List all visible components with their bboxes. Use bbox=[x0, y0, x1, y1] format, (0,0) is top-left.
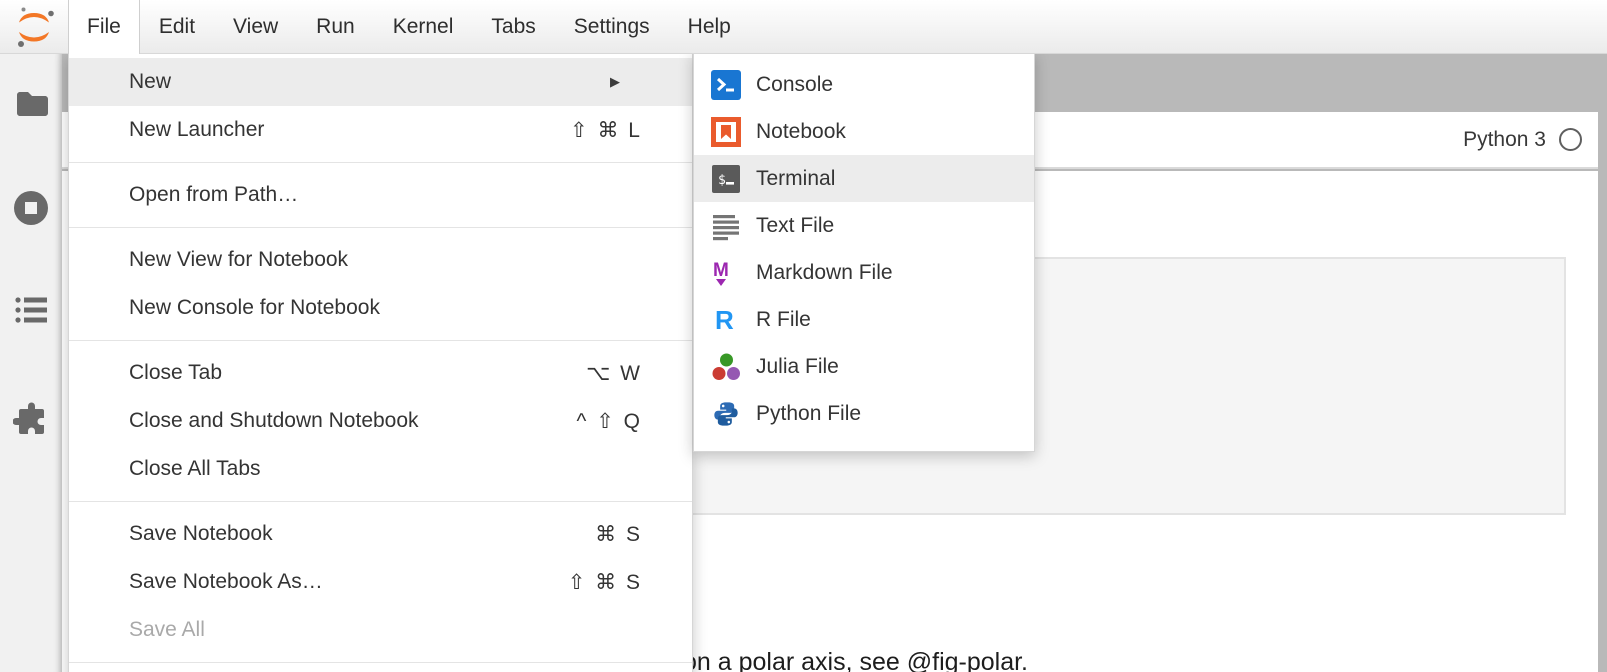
svg-text:M: M bbox=[713, 260, 729, 281]
menubar-item-tabs[interactable]: Tabs bbox=[472, 0, 554, 54]
julia-file-icon bbox=[711, 352, 741, 382]
svg-text:R: R bbox=[715, 305, 734, 335]
menu-item-close-and-shutdown-notebook[interactable]: Close and Shutdown Notebook ^ ⇧ Q bbox=[69, 397, 692, 445]
menubar-item-edit[interactable]: Edit bbox=[140, 0, 214, 54]
menu-separator bbox=[69, 662, 692, 663]
kernel-status-icon[interactable] bbox=[1559, 128, 1582, 151]
menu-item-close-all-tabs[interactable]: Close All Tabs bbox=[69, 445, 692, 493]
jupyter-logo-icon bbox=[12, 5, 56, 49]
menubar-item-settings[interactable]: Settings bbox=[555, 0, 669, 54]
menu-separator bbox=[69, 227, 692, 228]
menu-item-new-launcher[interactable]: New Launcher ⇧ ⌘ L bbox=[69, 106, 692, 154]
submenu-item-notebook[interactable]: Notebook bbox=[694, 108, 1034, 155]
menu-item-open-from-path[interactable]: Open from Path… bbox=[69, 171, 692, 219]
menubar-item-view[interactable]: View bbox=[214, 0, 297, 54]
table-of-contents-icon[interactable] bbox=[13, 292, 49, 328]
shortcut-label: ⇧ ⌘ L bbox=[570, 118, 642, 143]
running-kernels-icon[interactable] bbox=[13, 190, 49, 226]
left-sidebar bbox=[0, 54, 62, 672]
menubar-item-help[interactable]: Help bbox=[669, 0, 750, 54]
submenu-item-r-file[interactable]: R R File bbox=[694, 296, 1034, 343]
notebook-icon bbox=[711, 117, 741, 147]
markdown-paragraph: on a polar axis, see @fig-polar. bbox=[683, 648, 1028, 672]
submenu-item-julia-file[interactable]: Julia File bbox=[694, 343, 1034, 390]
markdown-file-icon: M bbox=[711, 258, 741, 288]
file-browser-icon[interactable] bbox=[13, 86, 49, 122]
submenu-item-console[interactable]: Console bbox=[694, 61, 1034, 108]
menubar: File Edit View Run Kernel Tabs Settings … bbox=[0, 0, 1607, 54]
submenu-item-text-file[interactable]: Text File bbox=[694, 202, 1034, 249]
menu-item-new-view-for-notebook[interactable]: New View for Notebook bbox=[69, 236, 692, 284]
shortcut-label: ^ ⇧ Q bbox=[577, 409, 642, 434]
menu-item-new-console-for-notebook[interactable]: New Console for Notebook bbox=[69, 284, 692, 332]
shortcut-label: ⌥ W bbox=[586, 361, 642, 386]
kernel-name[interactable]: Python 3 bbox=[1463, 128, 1546, 152]
menu-item-save-all[interactable]: Save All bbox=[69, 606, 692, 654]
text-file-icon bbox=[711, 211, 741, 241]
menu-item-new[interactable]: New ▶ bbox=[69, 58, 692, 106]
submenu-item-markdown-file[interactable]: M Markdown File bbox=[694, 249, 1034, 296]
svg-text:$: $ bbox=[718, 173, 726, 188]
submenu-item-terminal[interactable]: $ Terminal bbox=[694, 155, 1034, 202]
menubar-item-kernel[interactable]: Kernel bbox=[374, 0, 473, 54]
extension-manager-icon[interactable] bbox=[13, 402, 49, 438]
menu-item-save-notebook-as[interactable]: Save Notebook As… ⇧ ⌘ S bbox=[69, 558, 692, 606]
submenu-arrow-icon: ▶ bbox=[610, 74, 620, 90]
menubar-item-run[interactable]: Run bbox=[297, 0, 374, 54]
menubar-items: File Edit View Run Kernel Tabs Settings … bbox=[68, 0, 750, 54]
menu-separator bbox=[69, 162, 692, 163]
menu-separator bbox=[69, 340, 692, 341]
menu-item-save-notebook[interactable]: Save Notebook ⌘ S bbox=[69, 510, 692, 558]
python-file-icon bbox=[711, 399, 741, 429]
console-icon bbox=[711, 70, 741, 100]
file-menu-dropdown: New ▶ New Launcher ⇧ ⌘ L Open from Path…… bbox=[68, 54, 693, 672]
menu-item-close-tab[interactable]: Close Tab ⌥ W bbox=[69, 349, 692, 397]
terminal-icon: $ bbox=[711, 164, 741, 194]
submenu-item-python-file[interactable]: Python File bbox=[694, 390, 1034, 437]
new-submenu-dropdown: Console Notebook $ Terminal bbox=[693, 52, 1035, 452]
r-file-icon: R bbox=[711, 305, 741, 335]
shortcut-label: ⌘ S bbox=[595, 522, 642, 547]
menubar-item-file[interactable]: File bbox=[68, 0, 140, 54]
shortcut-label: ⇧ ⌘ S bbox=[568, 570, 642, 595]
jupyterlab-window: Python 3 on a polar axis, see @fig-polar… bbox=[0, 0, 1607, 672]
menu-separator bbox=[69, 501, 692, 502]
